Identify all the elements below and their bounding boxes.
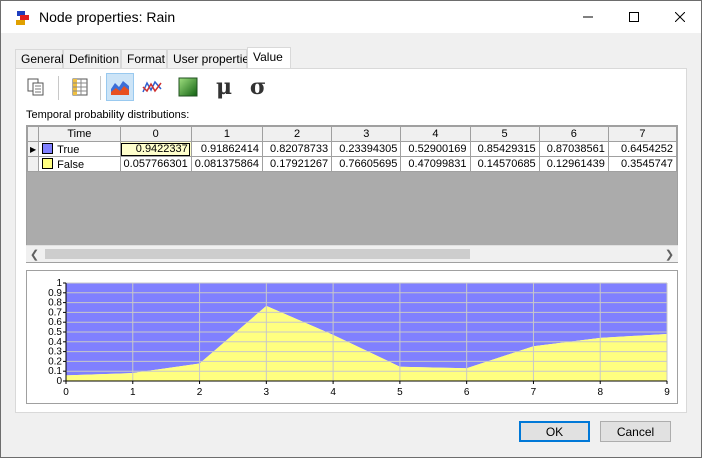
grid-cell[interactable]: 0.52900169 xyxy=(400,141,471,157)
column-header[interactable]: 7 xyxy=(607,126,677,142)
grid-cell[interactable]: 0.3545747 xyxy=(607,156,677,172)
x-tick-label: 4 xyxy=(330,387,336,398)
toolbar-separator xyxy=(100,76,101,100)
row-name-false[interactable]: False xyxy=(38,156,121,172)
grid-cell[interactable]: 0.6454252 xyxy=(607,141,677,157)
y-tick-label: 0.4 xyxy=(48,337,62,348)
y-tick-label: 0.5 xyxy=(48,327,62,338)
distribution-chart: 0 0.1 0.2 0.3 0.4 0.5 0.6 0.7 0.8 0.9 1 0 1 2 3 4 5 6 7 8 9 xyxy=(26,270,678,404)
y-tick-label: 0.9 xyxy=(48,288,62,299)
scroll-right-icon[interactable]: ❯ xyxy=(661,246,678,262)
x-tick-label: 8 xyxy=(597,387,603,398)
column-header[interactable]: 6 xyxy=(538,126,609,142)
copy-icon[interactable] xyxy=(22,73,50,101)
grid-cell[interactable]: 0.081375864 xyxy=(190,156,264,172)
row-name-true[interactable]: True xyxy=(38,141,121,157)
tab-general[interactable]: General xyxy=(15,49,64,68)
column-header[interactable]: 5 xyxy=(469,126,540,142)
tab-user-properties[interactable]: User properties xyxy=(167,49,255,68)
x-tick-label: 1 xyxy=(130,387,136,398)
grid-cell[interactable]: 0.85429315 xyxy=(469,141,540,157)
dialog-window: Node properties: Rain General Definition… xyxy=(0,0,702,458)
grid-cell[interactable]: 0.17921267 xyxy=(261,156,333,172)
grid-cell[interactable]: 0.12961439 xyxy=(538,156,609,172)
y-tick-label: 0 xyxy=(56,376,62,387)
x-tick-label: 0 xyxy=(63,387,69,398)
grid-table: Time 0 1 2 3 4 5 6 7 ▶ True 0.9422337 0.… xyxy=(27,126,677,172)
ok-button[interactable]: OK xyxy=(519,421,590,442)
color-swatch xyxy=(42,157,54,169)
x-tick-label: 3 xyxy=(264,387,270,398)
x-tick-label: 6 xyxy=(464,387,470,398)
cancel-button[interactable]: Cancel xyxy=(600,421,671,442)
sigma-icon[interactable]: σ xyxy=(244,73,272,101)
maximize-icon[interactable] xyxy=(611,1,657,33)
green-square-icon[interactable] xyxy=(174,73,202,101)
grid-cell[interactable]: 0.057766301 xyxy=(119,156,192,172)
y-tick-label: 0.8 xyxy=(48,298,62,309)
app-icon xyxy=(16,11,29,25)
y-tick-label: 0.3 xyxy=(48,347,62,358)
horizontal-scrollbar[interactable]: ❮ ❯ xyxy=(26,245,678,262)
line-chart-icon[interactable] xyxy=(138,73,166,101)
y-tick-label: 1 xyxy=(56,278,62,289)
column-header[interactable]: 3 xyxy=(331,126,402,142)
column-header[interactable]: 4 xyxy=(400,126,471,142)
row-indicator xyxy=(27,156,40,172)
title-bar[interactable]: Node properties: Rain xyxy=(1,1,701,33)
column-header-time: Time xyxy=(38,126,121,142)
mu-icon[interactable]: μ xyxy=(210,73,238,101)
chart-svg: 00.10.20.30.40.50.60.70.80.910 1 2 3 4 5 6 7 8 9 xyxy=(48,278,670,398)
y-tick-label: 0.1 xyxy=(48,366,62,377)
column-header[interactable]: 0 xyxy=(119,126,192,142)
probability-grid[interactable]: Time 0 1 2 3 4 5 6 7 ▶ True 0.9422337 0.… xyxy=(26,125,678,263)
grid-cell[interactable]: 0.23394305 xyxy=(331,141,402,157)
scroll-left-icon[interactable]: ❮ xyxy=(26,246,43,262)
grid-cell[interactable]: 0.76605695 xyxy=(331,156,402,172)
value-panel: μ σ Temporal probability distributions: … xyxy=(15,68,687,413)
column-header[interactable]: 1 xyxy=(190,126,264,142)
grid-header-row: Time 0 1 2 3 4 5 6 7 xyxy=(27,126,677,142)
color-swatch xyxy=(42,142,54,154)
y-tick-label: 0.6 xyxy=(48,317,62,328)
tab-definition[interactable]: Definition xyxy=(63,49,121,68)
grid-cell[interactable]: 0.14570685 xyxy=(469,156,540,172)
grid-cell[interactable]: 0.91862414 xyxy=(190,141,264,157)
grid-cell[interactable]: 0.9422337 xyxy=(119,141,192,157)
spreadsheet-icon[interactable] xyxy=(66,73,94,101)
grid-cell[interactable]: 0.82078733 xyxy=(261,141,333,157)
grid-cell[interactable]: 0.87038561 xyxy=(538,141,609,157)
row-indicator-icon: ▶ xyxy=(27,141,40,157)
table-row[interactable]: False 0.057766301 0.081375864 0.17921267… xyxy=(27,156,677,172)
x-tick-label: 5 xyxy=(397,387,403,398)
x-tick-label: 7 xyxy=(531,387,537,398)
x-tick-label: 2 xyxy=(197,387,203,398)
window-title: Node properties: Rain xyxy=(39,9,176,25)
y-tick-label: 0.7 xyxy=(48,307,62,318)
x-tick-label: 9 xyxy=(664,387,670,398)
grid-cell[interactable]: 0.47099831 xyxy=(400,156,471,172)
column-header[interactable]: 2 xyxy=(261,126,333,142)
section-label: Temporal probability distributions: xyxy=(26,109,190,121)
close-icon[interactable] xyxy=(657,1,703,33)
table-row[interactable]: ▶ True 0.9422337 0.91862414 0.82078733 0… xyxy=(27,141,677,157)
tab-value[interactable]: Value xyxy=(247,47,291,69)
minimize-icon[interactable] xyxy=(565,1,611,33)
grid-corner xyxy=(27,126,40,142)
tab-format[interactable]: Format xyxy=(121,49,167,68)
toolbar-separator xyxy=(58,76,59,100)
y-tick-label: 0.2 xyxy=(48,356,62,367)
scrollbar-thumb[interactable] xyxy=(45,249,470,259)
area-chart-icon[interactable] xyxy=(106,73,134,101)
